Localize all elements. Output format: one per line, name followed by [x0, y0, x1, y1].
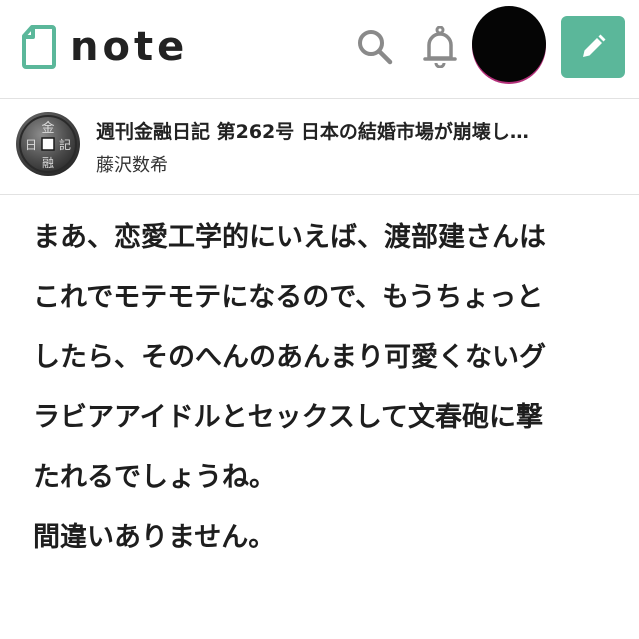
article-header[interactable]: 金 記 日 融 週刊金融日記 第262号 日本の結婚市場が崩壊し… 藤沢数希 — [0, 99, 639, 195]
body-line: したら、そのへんのあんまり可愛くないグ — [33, 342, 546, 373]
pencil-icon — [583, 34, 606, 57]
body-line: たれるでしょうね。 — [33, 462, 276, 493]
svg-text:記: 記 — [59, 137, 71, 152]
logo[interactable]: note — [20, 22, 188, 72]
top-bar: note — [0, 0, 639, 99]
body-line: 間違いありません。 — [33, 522, 276, 553]
logo-text: note — [70, 24, 189, 70]
svg-text:融: 融 — [42, 156, 54, 170]
article-body: まあ、恋愛工学的にいえば、渡部建さんは これでモテモテになるので、もうちょっと … — [33, 208, 633, 568]
search-icon[interactable] — [356, 28, 394, 66]
article-author[interactable]: 藤沢数希 — [96, 151, 168, 177]
bell-icon[interactable] — [422, 26, 458, 68]
note-logo-icon — [22, 25, 56, 69]
svg-text:金: 金 — [41, 120, 54, 136]
coin-avatar: 金 記 日 融 — [16, 112, 80, 176]
svg-text:日: 日 — [25, 138, 37, 152]
body-line: まあ、恋愛工学的にいえば、渡部建さんは — [33, 222, 546, 253]
article-title[interactable]: 週刊金融日記 第262号 日本の結婚市場が崩壊し… — [96, 117, 626, 144]
body-line: ラビアアイドルとセックスして文春砲に撃 — [33, 402, 544, 433]
page: note 金 記 日 融 週刊金融日記 第262号 日本の結婚市場が崩壊し… 藤… — [0, 0, 639, 639]
compose-button[interactable] — [561, 16, 625, 78]
redacted-avatar[interactable] — [472, 6, 546, 82]
body-line: これでモテモテになるので、もうちょっと — [33, 282, 544, 313]
